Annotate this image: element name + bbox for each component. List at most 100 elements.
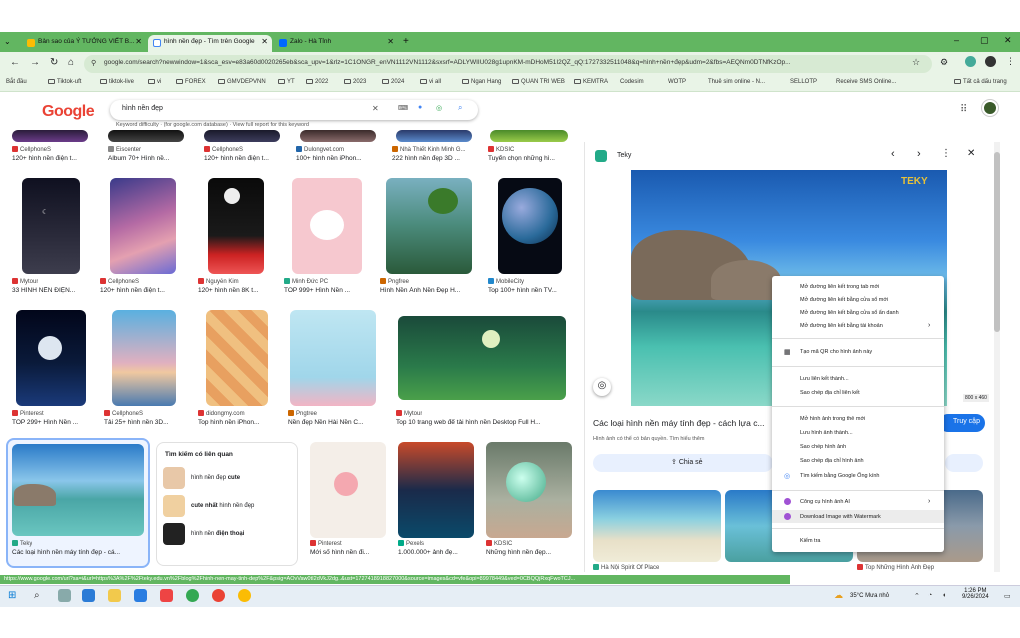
result-image[interactable] xyxy=(290,310,376,406)
related-item[interactable]: cute nhất hình nền đẹp xyxy=(163,495,291,521)
bookmark-item[interactable]: QUAN TRI WEB xyxy=(512,79,565,85)
menu-inspect[interactable]: Kiểm tra xyxy=(800,538,820,544)
chrome-icon[interactable] xyxy=(212,589,225,602)
result-image[interactable] xyxy=(386,178,472,274)
panel-title[interactable]: Các loại hình nền máy tính đẹp - cách lự… xyxy=(593,418,773,428)
bookmark-item[interactable]: YT xyxy=(278,79,295,85)
menu-save-link[interactable]: Lưu liên kết thành... xyxy=(800,376,849,382)
bookmark-item[interactable]: vi all xyxy=(420,79,441,85)
result-title[interactable]: Nền đẹp Nền Hài Nền C... xyxy=(288,419,380,426)
result-image[interactable] xyxy=(16,310,86,406)
close-tab-icon[interactable]: ✕ xyxy=(387,37,394,46)
related-item[interactable]: hình nền điện thoại xyxy=(163,523,291,549)
edge-icon[interactable] xyxy=(82,589,95,602)
search-icon[interactable]: ⌕ xyxy=(458,103,462,113)
bookmark-item[interactable]: FOREX xyxy=(176,79,206,85)
result-image[interactable] xyxy=(208,178,264,274)
result-title[interactable]: 100+ hình nền iPhon... xyxy=(296,155,380,162)
result-title[interactable]: Mới số hình nền đi... xyxy=(310,549,390,556)
result-image[interactable] xyxy=(206,310,268,406)
result-title[interactable]: Top 10 trang web để tải hình nền Desktop… xyxy=(396,419,574,426)
scrollbar[interactable] xyxy=(994,142,1000,572)
maximize-button[interactable]: ▢ xyxy=(980,35,989,46)
result-image[interactable] xyxy=(486,442,572,538)
apps-icon[interactable]: ⠿ xyxy=(960,104,967,115)
result-title[interactable]: 120+ hình nền điện t... xyxy=(204,155,284,162)
result-title[interactable]: Các loại hình nền máy tính đẹp - cá... xyxy=(12,549,146,556)
file-explorer-icon[interactable] xyxy=(108,589,121,602)
result-image[interactable] xyxy=(300,130,376,142)
result-image[interactable] xyxy=(310,442,386,538)
lens-icon[interactable]: ◎ xyxy=(436,104,442,112)
bookmark-item[interactable]: Tất cả dấu trang xyxy=(954,79,1007,85)
app-icon[interactable] xyxy=(160,589,173,602)
menu-create-qr[interactable]: Tạo mã QR cho hình ảnh này xyxy=(800,349,872,355)
result-title[interactable]: Tải 25+ hình nền 3D... xyxy=(104,419,188,426)
result-title[interactable]: 120+ hình nền điện t... xyxy=(100,287,184,294)
tray-chevron-icon[interactable]: ⌃ xyxy=(914,592,920,600)
extensions-icon[interactable]: ⚙ xyxy=(940,57,948,68)
next-icon[interactable]: › xyxy=(917,148,921,160)
related-item[interactable]: hình nền đẹp cute xyxy=(163,467,291,493)
search-box[interactable]: hình nền đẹp ✕ ⌨ ● ◎ ⌕ xyxy=(110,100,478,120)
close-panel-icon[interactable]: ✕ xyxy=(967,148,975,159)
result-title[interactable]: 222 hình nền đẹp 3D ... xyxy=(392,155,476,162)
app-icon[interactable] xyxy=(134,589,147,602)
tab-google-search[interactable]: hình nền đẹp - Tìm trên Google ✕ xyxy=(148,35,272,52)
notification-icon[interactable]: ▭ xyxy=(1004,592,1011,600)
bookmark-item[interactable]: WOTP xyxy=(668,79,686,85)
new-tab-button[interactable]: + xyxy=(400,35,414,52)
result-image[interactable] xyxy=(204,130,280,142)
menu-copy-image-address[interactable]: Sao chép địa chỉ hình ảnh xyxy=(800,458,864,464)
bookmark-item[interactable]: Ngan Hang xyxy=(462,79,501,85)
menu-copy-image[interactable]: Sao chép hình ảnh xyxy=(800,444,846,450)
chrome-icon[interactable] xyxy=(186,589,199,602)
result-image[interactable] xyxy=(396,130,472,142)
bookmark-item[interactable]: Thuê sim online - N... xyxy=(708,79,765,85)
weather-text[interactable]: 35°C Mưa nhỏ xyxy=(850,593,889,599)
result-image[interactable] xyxy=(112,310,176,406)
volume-icon[interactable]: ◖ xyxy=(942,592,946,599)
result-image[interactable]: ☾ xyxy=(22,178,80,274)
result-title[interactable]: TOP 299+ Hình Nền ... xyxy=(12,419,96,426)
bookmark-item[interactable]: 2022 xyxy=(306,79,328,85)
tab-google-doc[interactable]: Bản sao của Ý TƯỞNG VIẾT B... ✕ xyxy=(22,35,146,52)
tab-zalo[interactable]: Zalo - Hà Tỉnh ✕ xyxy=(274,35,398,52)
menu-open-new-tab[interactable]: Mở đường liên kết trong tab mới xyxy=(800,284,879,290)
clear-icon[interactable]: ✕ xyxy=(372,104,379,113)
bookmark-item[interactable]: SELLOTP xyxy=(790,79,817,85)
result-title[interactable]: 120+ hình nền 8K t... xyxy=(198,287,278,294)
visit-button[interactable]: Truy cập xyxy=(939,414,985,432)
search-taskbar-icon[interactable]: ⌕ xyxy=(34,590,40,601)
wifi-icon[interactable]: ◔ xyxy=(928,592,932,599)
save-button[interactable] xyxy=(945,454,983,472)
profile-icon[interactable] xyxy=(985,56,996,67)
bookmark-star-icon[interactable]: ☆ xyxy=(912,57,920,68)
forward-icon[interactable]: → xyxy=(30,57,40,68)
bookmark-item[interactable]: Tiktok-uft xyxy=(48,79,81,85)
site-info-icon[interactable]: ⚲ xyxy=(91,59,96,67)
start-icon[interactable]: ⊞ xyxy=(8,590,16,601)
bookmark-item[interactable]: Codesim xyxy=(620,79,644,85)
result-image[interactable] xyxy=(292,178,362,274)
extension-badge-icon[interactable] xyxy=(965,56,976,67)
bookmark-item[interactable]: vi xyxy=(148,79,161,85)
google-logo[interactable]: Google xyxy=(42,103,95,121)
result-title[interactable]: Những hình nền đẹp... xyxy=(486,549,572,556)
menu-save-image[interactable]: Lưu hình ảnh thành... xyxy=(800,430,853,436)
menu-icon[interactable]: ⋮ xyxy=(1006,56,1015,67)
close-window-button[interactable]: ✕ xyxy=(1004,35,1012,46)
bookmark-item[interactable]: Receive SMS Online... xyxy=(836,79,896,85)
close-tab-icon[interactable]: ✕ xyxy=(261,37,268,46)
result-image[interactable] xyxy=(398,442,474,538)
result-title[interactable]: 1.000.000+ ảnh đẹ... xyxy=(398,549,478,556)
result-title[interactable]: Top hình nền iPhon... xyxy=(198,419,282,426)
panel-source[interactable]: Teky xyxy=(617,152,631,159)
menu-open-as-account[interactable]: Mở đường liên kết bằng tài khoản xyxy=(800,323,883,329)
lens-search-icon[interactable]: ◎ xyxy=(593,378,611,396)
menu-download-watermark[interactable]: Download Image with Watermark xyxy=(800,514,881,520)
result-image[interactable] xyxy=(498,178,562,274)
result-image[interactable] xyxy=(490,130,568,142)
back-icon[interactable]: ← xyxy=(10,57,20,68)
menu-google-lens[interactable]: Tìm kiếm bằng Google Ống kính xyxy=(800,473,879,479)
